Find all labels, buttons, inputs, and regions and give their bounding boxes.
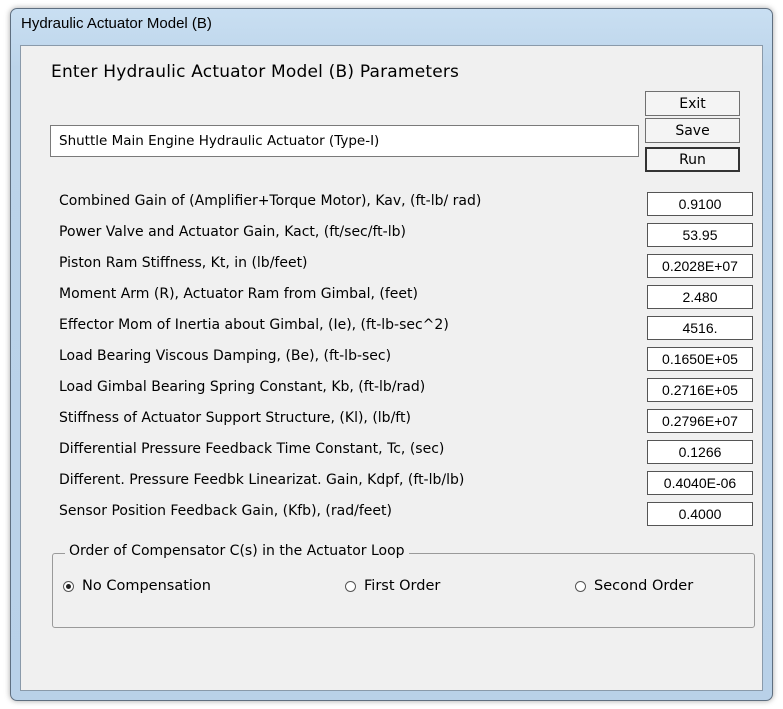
dialog-window: Hydraulic Actuator Model (B) Enter Hydra… <box>10 8 773 701</box>
model-title-input[interactable]: Shuttle Main Engine Hydraulic Actuator (… <box>50 125 639 157</box>
param-label-kav: Combined Gain of (Amplifier+Torque Motor… <box>59 193 482 209</box>
param-input-kl[interactable]: 0.2796E+07 <box>647 409 753 433</box>
exit-button[interactable]: Exit <box>645 91 740 116</box>
param-input-kt[interactable]: 0.2028E+07 <box>647 254 753 278</box>
title-bar[interactable]: Hydraulic Actuator Model (B) <box>11 9 772 47</box>
radio-checked-icon <box>63 580 74 592</box>
run-button[interactable]: Run <box>645 147 740 172</box>
dialog-heading: Enter Hydraulic Actuator Model (B) Param… <box>51 62 460 82</box>
param-label-be: Load Bearing Viscous Damping, (Be), (ft-… <box>59 348 392 364</box>
radio-unchecked-icon <box>575 580 586 592</box>
param-input-kdpf[interactable]: 0.4040E-06 <box>647 471 753 495</box>
param-label-kl: Stiffness of Actuator Support Structure,… <box>59 410 411 426</box>
dialog-client-area: Enter Hydraulic Actuator Model (B) Param… <box>20 45 763 691</box>
param-input-moment-arm[interactable]: 2.480 <box>647 285 753 309</box>
param-input-tc[interactable]: 0.1266 <box>647 440 753 464</box>
radio-unchecked-icon <box>345 580 356 592</box>
param-input-kb[interactable]: 0.2716E+05 <box>647 378 753 402</box>
compensator-order-group: Order of Compensator C(s) in the Actuato… <box>52 543 755 628</box>
param-label-kt: Piston Ram Stiffness, Kt, in (lb/feet) <box>59 255 308 271</box>
param-input-ie[interactable]: 4516. <box>647 316 753 340</box>
radio-first-order[interactable]: First Order <box>345 578 440 594</box>
param-label-kdpf: Different. Pressure Feedbk Linearizat. G… <box>59 472 465 488</box>
window-title: Hydraulic Actuator Model (B) <box>21 15 212 32</box>
radio-label-second-order: Second Order <box>594 578 694 594</box>
param-input-be[interactable]: 0.1650E+05 <box>647 347 753 371</box>
radio-label-first-order: First Order <box>364 578 441 594</box>
param-label-kfb: Sensor Position Feedback Gain, (Kfb), (r… <box>59 503 392 519</box>
radio-label-no-compensation: No Compensation <box>82 578 211 594</box>
param-input-kact[interactable]: 53.95 <box>647 223 753 247</box>
compensator-group-title: Order of Compensator C(s) in the Actuato… <box>65 543 409 559</box>
param-label-kact: Power Valve and Actuator Gain, Kact, (ft… <box>59 224 406 240</box>
radio-no-compensation[interactable]: No Compensation <box>63 578 211 594</box>
param-label-moment-arm: Moment Arm (R), Actuator Ram from Gimbal… <box>59 286 418 302</box>
param-label-tc: Differential Pressure Feedback Time Cons… <box>59 441 445 457</box>
param-input-kfb[interactable]: 0.4000 <box>647 502 753 526</box>
param-input-kav[interactable]: 0.9100 <box>647 192 753 216</box>
param-label-kb: Load Gimbal Bearing Spring Constant, Kb,… <box>59 379 426 395</box>
save-button[interactable]: Save <box>645 118 740 143</box>
param-label-ie: Effector Mom of Inertia about Gimbal, (I… <box>59 317 449 333</box>
radio-second-order[interactable]: Second Order <box>575 578 693 594</box>
